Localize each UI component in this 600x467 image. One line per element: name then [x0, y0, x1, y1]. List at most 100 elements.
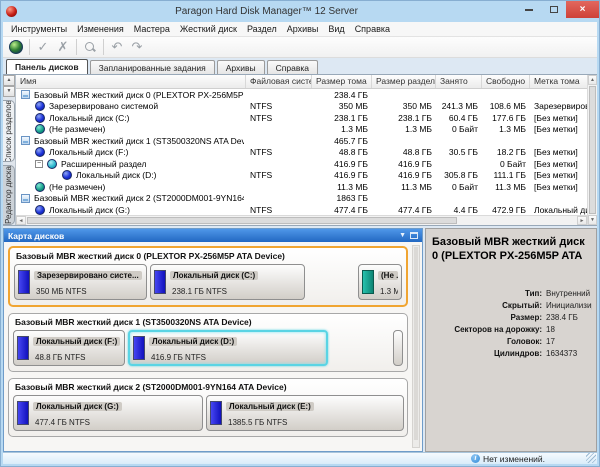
table-cell: 350 МБ	[338, 101, 368, 112]
table-cell: 238.4 ГБ	[334, 89, 368, 100]
menu-item[interactable]: Жесткий диск	[175, 24, 242, 34]
table-row[interactable]: (Не размечен) 11.3 МБ 11.3 МБ 0 Байт 11.3 МБ…	[16, 181, 587, 193]
table-row[interactable]: Базовый MBR жесткий диск 2 (ST2000DM001-…	[16, 193, 587, 205]
name-cell: (Не размечен)	[16, 124, 246, 135]
search-icon[interactable]	[80, 38, 100, 56]
side-tab[interactable]: Редактор диска	[3, 165, 15, 225]
row-name: Расширенный раздел	[61, 158, 147, 169]
hscroll-thumb[interactable]	[27, 217, 457, 224]
tab-item[interactable]: Архивы	[216, 60, 265, 74]
resize-grip[interactable]	[586, 453, 596, 463]
table-row[interactable]: − Расширенный раздел 416.9 ГБ 416.9 ГБ 0 Бай…	[16, 158, 587, 170]
table-cell: Зарезервировано	[534, 101, 587, 112]
table-row[interactable]: Базовый MBR жесткий диск 0 (PLEXTOR PX-2…	[16, 89, 587, 101]
table-row[interactable]: Локальный диск (G:) NTFS 477.4 ГБ 477.4 ГБ 4…	[16, 204, 587, 215]
status-text: Нет изменений.	[482, 453, 545, 464]
table-cell: NTFS	[250, 170, 273, 181]
partition-block[interactable]: Зарезервировано систе... 350 МБ NTFS	[14, 264, 147, 300]
table-row[interactable]: Локальный диск (C:) NTFS 238.1 ГБ 238.1 ГБ 6…	[16, 112, 587, 124]
discard-icon[interactable]: ✗	[53, 38, 73, 56]
table-row[interactable]: Локальный диск (D:) NTFS 416.9 ГБ 416.9 ГБ 3…	[16, 170, 587, 182]
title-bar: Paragon Hard Disk Manager™ 12 Server ×	[1, 1, 599, 22]
magnifier-glyph	[84, 41, 96, 53]
partition-block[interactable]: Локальный диск (C:) 238.1 ГБ NTFS	[150, 264, 305, 300]
disk-group-title: Базовый MBR жесткий диск 1 (ST3500320NS …	[15, 317, 252, 327]
tab-item[interactable]: Справка	[266, 60, 319, 74]
side-tab[interactable]: Список разделов	[3, 100, 15, 163]
confirm-icon[interactable]: ✓	[33, 38, 53, 56]
table-row[interactable]: Базовый MBR жесткий диск 1 (ST3500320NS …	[16, 135, 587, 147]
menu-item[interactable]: Архивы	[282, 24, 324, 34]
dock-panel-icon[interactable]	[410, 232, 418, 239]
column-header[interactable]: Размер тома	[312, 75, 372, 88]
menu-item[interactable]: Мастера	[129, 24, 175, 34]
partition-block[interactable]: (Не ... 1.3 МБ	[358, 264, 402, 300]
table-cell: 11.3 МБ	[495, 181, 526, 192]
table-cell: 416.9 ГБ	[334, 158, 368, 169]
scroll-left-icon[interactable]: ◄	[16, 216, 26, 225]
menu-item[interactable]: Справка	[350, 24, 395, 34]
disk-group[interactable]: Базовый MBR жесткий диск 1 (ST3500320NS …	[8, 313, 408, 372]
scroll-up-icon[interactable]: ▲	[588, 75, 597, 85]
column-header[interactable]: Имя	[16, 75, 246, 88]
table-cell: 465.7 ГБ	[334, 135, 368, 146]
table-row[interactable]: Зарезервировано системой NTFS 350 МБ 350 МБ…	[16, 101, 587, 113]
menu-item[interactable]: Изменения	[72, 24, 129, 34]
table-vertical-scrollbar[interactable]: ▲ ▼	[587, 75, 597, 225]
partition-block[interactable]: Локальный диск (G:) 477.4 ГБ NTFS	[13, 395, 203, 431]
chevron-down-icon[interactable]: ▼	[399, 229, 406, 242]
column-header[interactable]: Метка тома	[530, 75, 587, 88]
partition-icon	[35, 204, 45, 215]
disk-group[interactable]: Базовый MBR жесткий диск 0 (PLEXTOR PX-2…	[8, 246, 408, 307]
partition-usage-bar	[210, 401, 222, 425]
partition-block[interactable]: Локальный диск (E:) 1385.5 ГБ NTFS	[206, 395, 404, 431]
sphere-glyph	[9, 40, 23, 54]
vscroll-thumb[interactable]	[589, 86, 596, 214]
undo-icon[interactable]: ↶	[107, 38, 127, 56]
menu-item[interactable]: Вид	[323, 24, 349, 34]
disk-map-scrollbar[interactable]	[412, 245, 420, 448]
menu-item[interactable]: Инструменты	[6, 24, 72, 34]
window-title: Paragon Hard Disk Manager™ 12 Server	[175, 6, 358, 17]
table-row[interactable]: (Не размечен) 1.3 МБ 1.3 МБ 0 Байт 1.3 МБ [Бе…	[16, 124, 587, 136]
scroll-down-icon[interactable]: ▼	[588, 215, 597, 225]
close-button[interactable]: ×	[566, 1, 599, 18]
apply-changes-icon[interactable]	[6, 38, 26, 56]
side-tabs-scroll-up-button[interactable]: ▲	[3, 75, 15, 86]
partition-table: ИмяФайловая системаРазмер томаРазмер раз…	[16, 75, 587, 225]
table-cell: 0 Байт	[451, 181, 478, 192]
partition-block[interactable]	[393, 330, 403, 366]
table-cell: NTFS	[250, 101, 273, 112]
disk-map-header: Карта дисков ▼	[4, 229, 422, 242]
scroll-right-icon[interactable]: ►	[577, 216, 587, 225]
detail-row: Секторов на дорожку: 18	[432, 325, 592, 334]
expander-icon[interactable]: −	[35, 159, 43, 168]
table-cell: 11.3 МБ	[401, 181, 432, 192]
table-cell: [Без метки]	[534, 170, 578, 181]
table-horizontal-scrollbar[interactable]: ◄ ►	[16, 215, 587, 225]
row-name: Базовый MBR жесткий диск 1 (ST3500320NS …	[34, 135, 244, 146]
tab-active[interactable]: Панель дисков	[6, 59, 88, 74]
table-cell: [Без метки]	[534, 147, 578, 158]
detail-row: Головок: 17	[432, 337, 592, 346]
name-cell: Локальный диск (C:)	[16, 112, 246, 123]
column-header[interactable]: Файловая система	[246, 75, 312, 88]
table-cell: [Без метки]	[534, 158, 578, 169]
column-header[interactable]: Размер раздела	[372, 75, 436, 88]
table-cell: 60.4 ГБ	[448, 112, 478, 123]
disk-group[interactable]: Базовый MBR жесткий диск 2 (ST2000DM001-…	[8, 378, 408, 437]
minimize-button[interactable]	[516, 1, 541, 18]
maximize-button[interactable]	[541, 1, 566, 18]
side-tabs-scroll-down-button[interactable]: ▼	[3, 86, 15, 97]
column-header[interactable]: Занято	[436, 75, 482, 88]
partition-block[interactable]: Локальный диск (D:) 416.9 ГБ NTFS	[128, 330, 328, 366]
partition-block[interactable]: Локальный диск (F:) 48.8 ГБ NTFS	[13, 330, 125, 366]
menu-item[interactable]: Раздел	[242, 24, 282, 34]
redo-icon[interactable]: ↷	[127, 38, 147, 56]
tab-item[interactable]: Запланированные задания	[89, 60, 215, 74]
column-header[interactable]: Свободно	[482, 75, 530, 88]
partition-block-size: 1385.5 ГБ NTFS	[228, 417, 288, 427]
table-row[interactable]: Локальный диск (F:) NTFS 48.8 ГБ 48.8 ГБ 30.…	[16, 147, 587, 159]
maximize-icon	[549, 6, 558, 13]
partition-usage-bar	[18, 270, 30, 294]
